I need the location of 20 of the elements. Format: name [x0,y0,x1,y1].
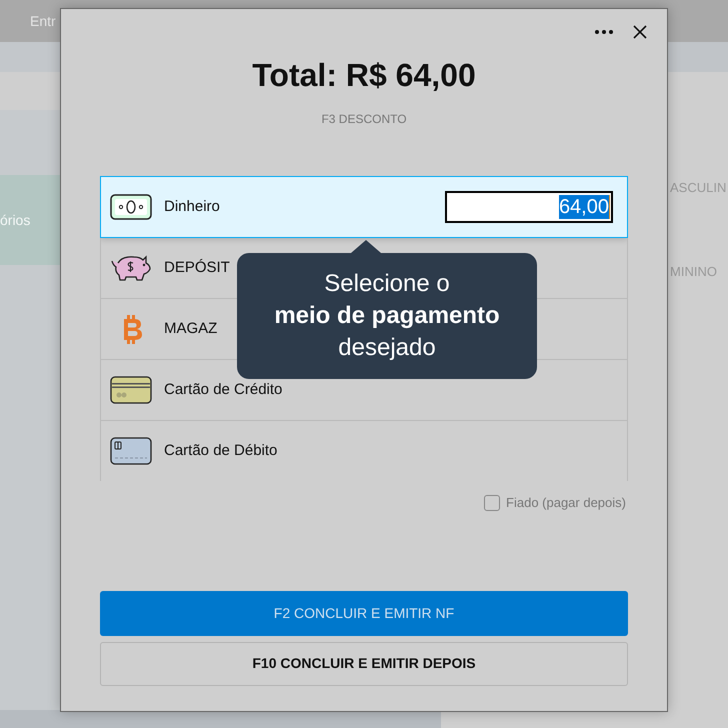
banknote-icon [110,192,152,222]
method-label: Dinheiro [164,196,220,217]
payment-method-row[interactable]: Dinheiro 64,00 [100,176,628,238]
credit-card-icon [110,375,152,405]
method-label: MAGAZ [164,318,218,339]
piggy-bank-icon [110,253,152,283]
tooltip-text: Selecione o meio de pagamento desejado [274,269,500,363]
emit-later-button[interactable]: F10 CONCLUIR E EMITIR DEPOIS [100,642,628,686]
sidebar-label: órios [0,210,30,230]
payment-method-row[interactable]: Cartão de Débito [100,421,628,481]
menu-label: Entr [30,12,56,30]
dialog-title: Total: R$ 64,00 [252,56,476,95]
method-label: Cartão de Débito [164,440,278,461]
close-icon[interactable] [633,25,647,39]
more-icon[interactable] [595,30,613,34]
method-label: DEPÓSIT [164,258,230,278]
method-label: Cartão de Crédito [164,380,282,400]
amount-field[interactable]: 64,00 [445,191,613,223]
debit-card-icon [110,436,152,466]
header-strip [668,42,728,72]
